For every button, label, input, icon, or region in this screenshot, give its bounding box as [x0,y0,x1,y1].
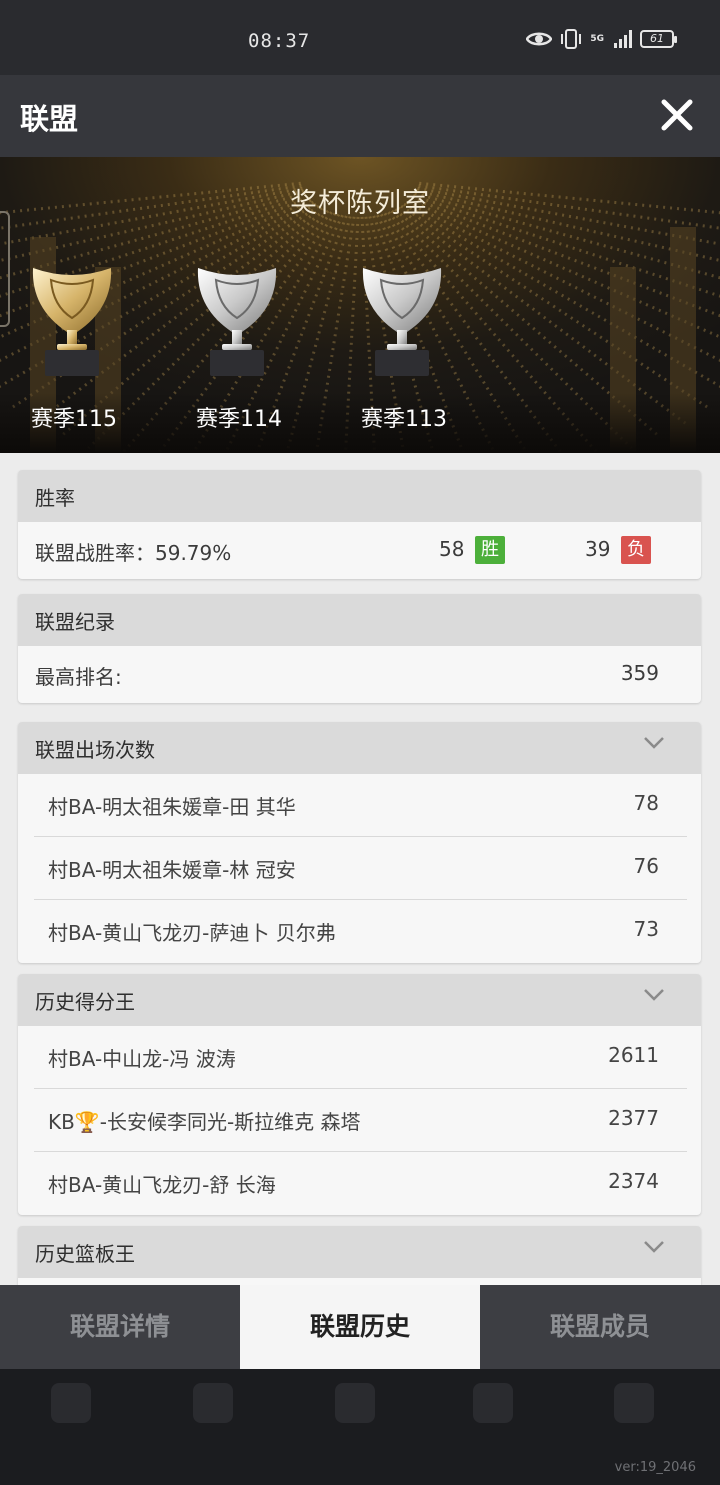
win-rate-label: 联盟战胜率：59.79% [35,541,232,565]
card-header[interactable]: 历史得分王 [18,974,701,1026]
win-rate-card: 胜率 联盟战胜率：59.79% 58 胜 39 负 [18,470,701,579]
silver-trophy-icon[interactable] [192,262,282,380]
list-item[interactable]: KB🏆-长安候李同光-斯拉维克 森塔 2377 [34,1089,687,1152]
losses-count: 39 [585,537,611,561]
player-name: 村BA-黄山飞龙刃-萨迪卜 贝尔弗 [48,921,336,945]
wins-count: 58 [439,537,465,561]
bottom-nav-dimmed: ver:19_2046 [0,1369,720,1485]
loss-badge: 负 [621,536,651,564]
top-rebounders-card: 历史篮板王 [18,1226,701,1285]
card-header[interactable]: 历史篮板王 [18,1226,701,1278]
nav-item-dimmed [31,1383,111,1423]
battery-icon: 61 [640,30,677,48]
close-icon[interactable] [660,97,694,133]
nav-item-dimmed [315,1383,395,1423]
player-value: 76 [633,854,659,878]
nav-item-dimmed [453,1383,533,1423]
player-name: 村BA-黄山飞龙刃-舒 长海 [48,1173,276,1197]
player-value: 2377 [608,1106,659,1130]
signal-icon [614,30,632,48]
tab-league-history[interactable]: 联盟历史 [240,1285,480,1369]
league-tabs: 联盟详情 联盟历史 联盟成员 [0,1285,720,1369]
trophy-label: 赛季113 [361,407,447,432]
player-value: 2374 [608,1169,659,1193]
win-badge: 胜 [475,536,505,564]
trophy-label: 赛季114 [196,407,282,432]
app-header: 联盟 [0,75,720,157]
card-header[interactable]: 联盟出场次数 [18,722,701,774]
eye-icon [526,32,553,46]
status-bar: 08:37 5G 61 [0,0,720,75]
side-handle[interactable] [0,211,10,327]
status-icons: 5G 61 [526,28,677,50]
cloud-icon [473,1383,513,1423]
gold-trophy-icon[interactable] [27,262,117,380]
league-history-content[interactable]: 胜率 联盟战胜率：59.79% 58 胜 39 负 联盟纪录 最高排名: 359… [0,453,720,1285]
card-title: 历史篮板王 [35,1242,135,1266]
trophy-room-banner: 奖杯陈列室 赛季115 赛季114 赛季113 [0,157,720,453]
highest-rank-row: 最高排名: 359 [18,646,701,703]
player-name: KB🏆-长安候李同光-斯拉维克 森塔 [48,1110,361,1134]
more-icon [614,1383,654,1423]
player-name: 村BA-明太祖朱媛章-田 其华 [48,795,296,819]
card-header: 联盟纪录 [18,594,701,646]
chevron-down-icon[interactable] [643,987,665,1003]
calendar-icon [51,1383,91,1423]
list-item[interactable]: 村BA-黄山飞龙刃-萨迪卜 贝尔弗 73 [34,900,687,963]
nav-item-dimmed [173,1383,253,1423]
league-record-card: 联盟纪录 最高排名: 359 [18,594,701,703]
trophy-icon [193,1383,233,1423]
page-title: 联盟 [20,102,79,136]
version-label: ver:19_2046 [614,1460,696,1475]
list-item[interactable]: 村BA-中山龙-冯 波涛 2611 [34,1026,687,1089]
player-value: 73 [633,917,659,941]
highest-rank-label: 最高排名: [35,665,122,689]
vibrate-icon [561,29,582,49]
top-scorers-card: 历史得分王 村BA-中山龙-冯 波涛 2611 KB🏆-长安候李同光-斯拉维克 … [18,974,701,1215]
chevron-down-icon[interactable] [643,735,665,751]
list-item[interactable]: 村BA-黄山飞龙刃-舒 长海 2374 [34,1152,687,1215]
appearances-card: 联盟出场次数 村BA-明太祖朱媛章-田 其华 78 村BA-明太祖朱媛章-林 冠… [18,722,701,963]
team-icon [335,1383,375,1423]
list-item[interactable]: 村BA-明太祖朱媛章-林 冠安 76 [34,837,687,900]
card-title: 联盟纪录 [35,610,115,634]
player-value: 2611 [608,1043,659,1067]
highest-rank-value: 359 [620,661,659,685]
light-ray [400,204,713,412]
chevron-down-icon[interactable] [643,1239,665,1255]
player-value: 78 [633,791,659,815]
player-name: 村BA-明太祖朱媛章-林 冠安 [48,858,296,882]
nav-item-dimmed [594,1383,674,1423]
trophy-label: 赛季115 [31,407,117,432]
trophy-room-title: 奖杯陈列室 [290,188,430,219]
card-title: 联盟出场次数 [35,738,155,762]
card-title: 历史得分王 [35,990,135,1014]
network-type: 5G [590,33,604,44]
card-title: 胜率 [35,486,75,510]
card-header: 胜率 [18,470,701,522]
silver-trophy-icon[interactable] [357,262,447,380]
player-name: 村BA-中山龙-冯 波涛 [48,1047,236,1071]
tab-league-members[interactable]: 联盟成员 [480,1285,720,1369]
status-time: 08:37 [248,30,311,52]
win-rate-row: 联盟战胜率：59.79% 58 胜 39 负 [18,522,701,579]
list-item[interactable]: 村BA-明太祖朱媛章-田 其华 78 [34,774,687,837]
tab-league-details[interactable]: 联盟详情 [0,1285,240,1369]
